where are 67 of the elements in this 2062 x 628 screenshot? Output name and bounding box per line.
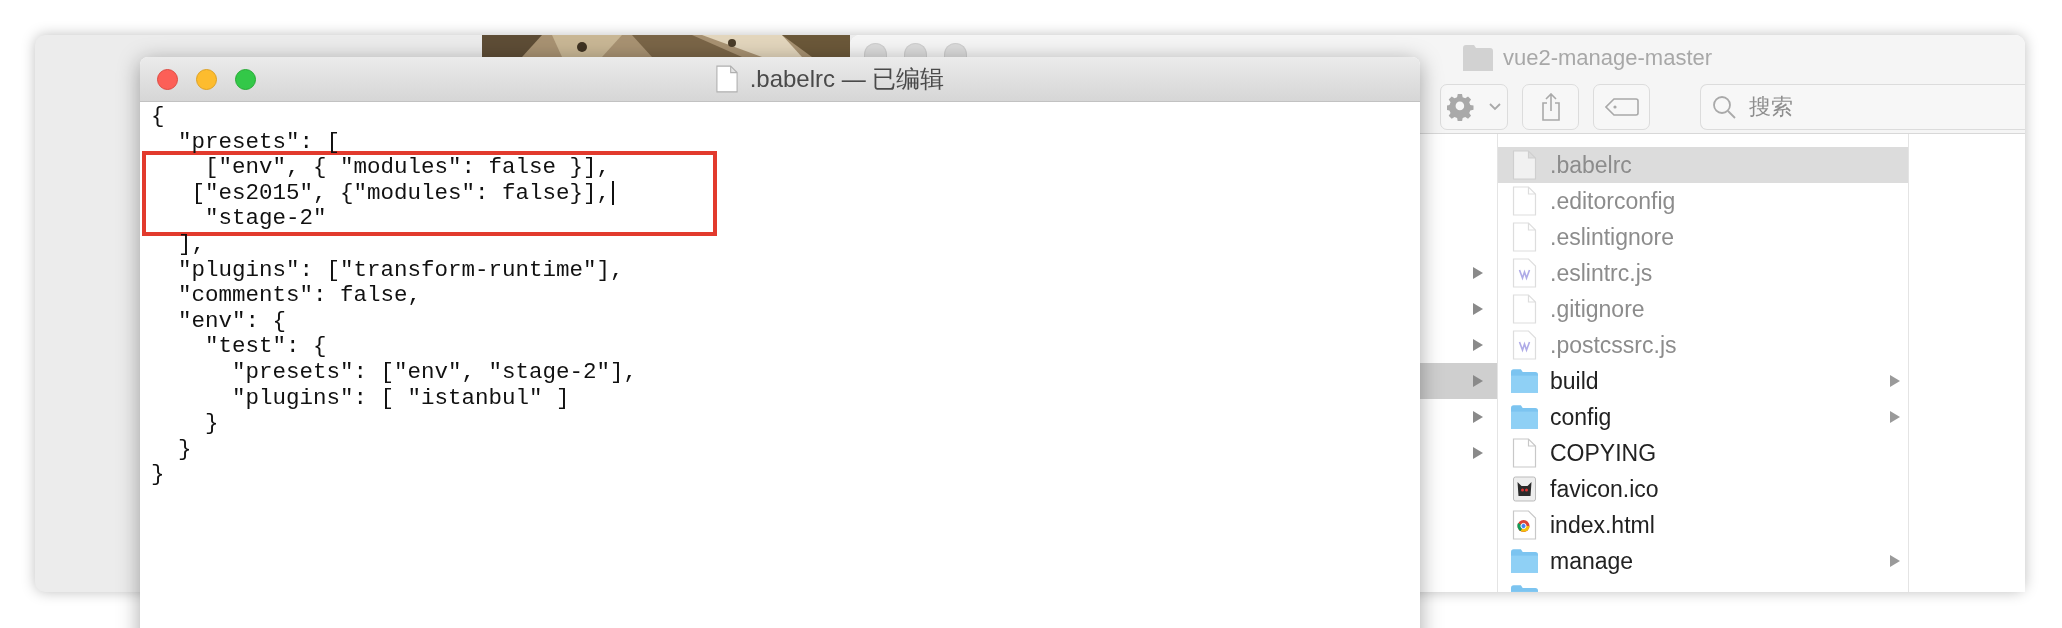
file-name: build — [1550, 367, 1600, 395]
code-line: { — [151, 104, 165, 130]
file-name: .eslintrc.js — [1550, 259, 1654, 287]
action-menu-button[interactable] — [1440, 83, 1509, 130]
zoom-button[interactable] — [235, 69, 256, 90]
code-line: } — [151, 462, 165, 488]
arrow-icon — [1890, 375, 1900, 387]
search-icon — [1712, 94, 1736, 119]
file-name: config — [1550, 403, 1613, 431]
code-line: } — [204, 411, 219, 437]
file-row[interactable]: favicon.ico — [1498, 471, 1908, 507]
file-name: .babelrc — [1550, 151, 1633, 179]
search-field[interactable]: 搜索 — [1700, 83, 2025, 130]
arrow-icon — [1473, 303, 1483, 315]
code-line: "presets": ["env", "stage-2"], — [231, 359, 638, 386]
folder-icon — [1463, 44, 1493, 71]
close-button[interactable] — [157, 69, 178, 90]
file-name: favicon.ico — [1550, 475, 1660, 503]
file-name: manage — [1550, 547, 1635, 575]
file-name: .gitignore — [1550, 295, 1646, 323]
file-name: .editorconfig — [1550, 187, 1677, 215]
image-file-icon — [1511, 474, 1538, 504]
code-line: "plugins": ["transform-runtime"], — [177, 257, 624, 284]
code-line: "env": { — [177, 308, 287, 335]
code-line: "plugins": [ "istanbul" ] — [231, 385, 570, 412]
arrow-icon — [1473, 447, 1483, 459]
file-name: index.html — [1550, 511, 1656, 539]
share-icon — [1540, 92, 1561, 121]
file-row[interactable]: manage — [1498, 543, 1908, 579]
file-row[interactable]: build — [1498, 363, 1908, 399]
window-title: .babelrc — 已编辑 — [749, 64, 945, 94]
code-line: } — [177, 436, 192, 463]
document-icon — [715, 65, 738, 93]
script-file-icon — [1511, 330, 1538, 360]
arrow-icon — [1473, 267, 1483, 279]
code-line: "test": { — [204, 334, 327, 360]
arrow-icon — [1890, 411, 1900, 423]
file-name: COPYING — [1550, 439, 1658, 467]
arrow-icon — [1473, 339, 1483, 351]
file-name: .postcssrc.js — [1550, 331, 1678, 359]
document-icon — [1511, 222, 1538, 252]
arrow-icon — [1890, 555, 1900, 567]
window-title: vue2-manage-master — [1503, 44, 1713, 71]
code-line: "comments": false, — [177, 283, 422, 309]
file-row[interactable]: index.html — [1498, 507, 1908, 543]
tag-button[interactable] — [1593, 83, 1650, 130]
share-button[interactable] — [1522, 83, 1580, 130]
folder-row[interactable] — [1420, 363, 1497, 399]
minimize-button[interactable] — [196, 69, 217, 90]
folder-icon — [1511, 402, 1538, 432]
gear-icon — [1447, 92, 1476, 121]
file-row[interactable]: config — [1498, 399, 1908, 435]
file-name: .eslintignore — [1550, 223, 1676, 251]
folder-icon — [1511, 546, 1538, 576]
folder-icon — [1511, 366, 1538, 396]
arrow-icon — [1473, 411, 1483, 423]
tag-icon — [1604, 97, 1639, 116]
file-row[interactable]: COPYING — [1498, 435, 1908, 471]
code-line: ["es2015", {"modules": false}], — [142, 180, 717, 207]
web-file-icon — [1511, 510, 1538, 540]
arrow-icon — [1473, 375, 1483, 387]
document-icon — [1511, 438, 1538, 468]
script-file-icon — [1511, 258, 1538, 288]
document-icon — [1511, 294, 1538, 324]
document-icon — [1511, 186, 1538, 216]
document-icon — [1511, 150, 1538, 180]
caret-icon — [1489, 102, 1502, 111]
